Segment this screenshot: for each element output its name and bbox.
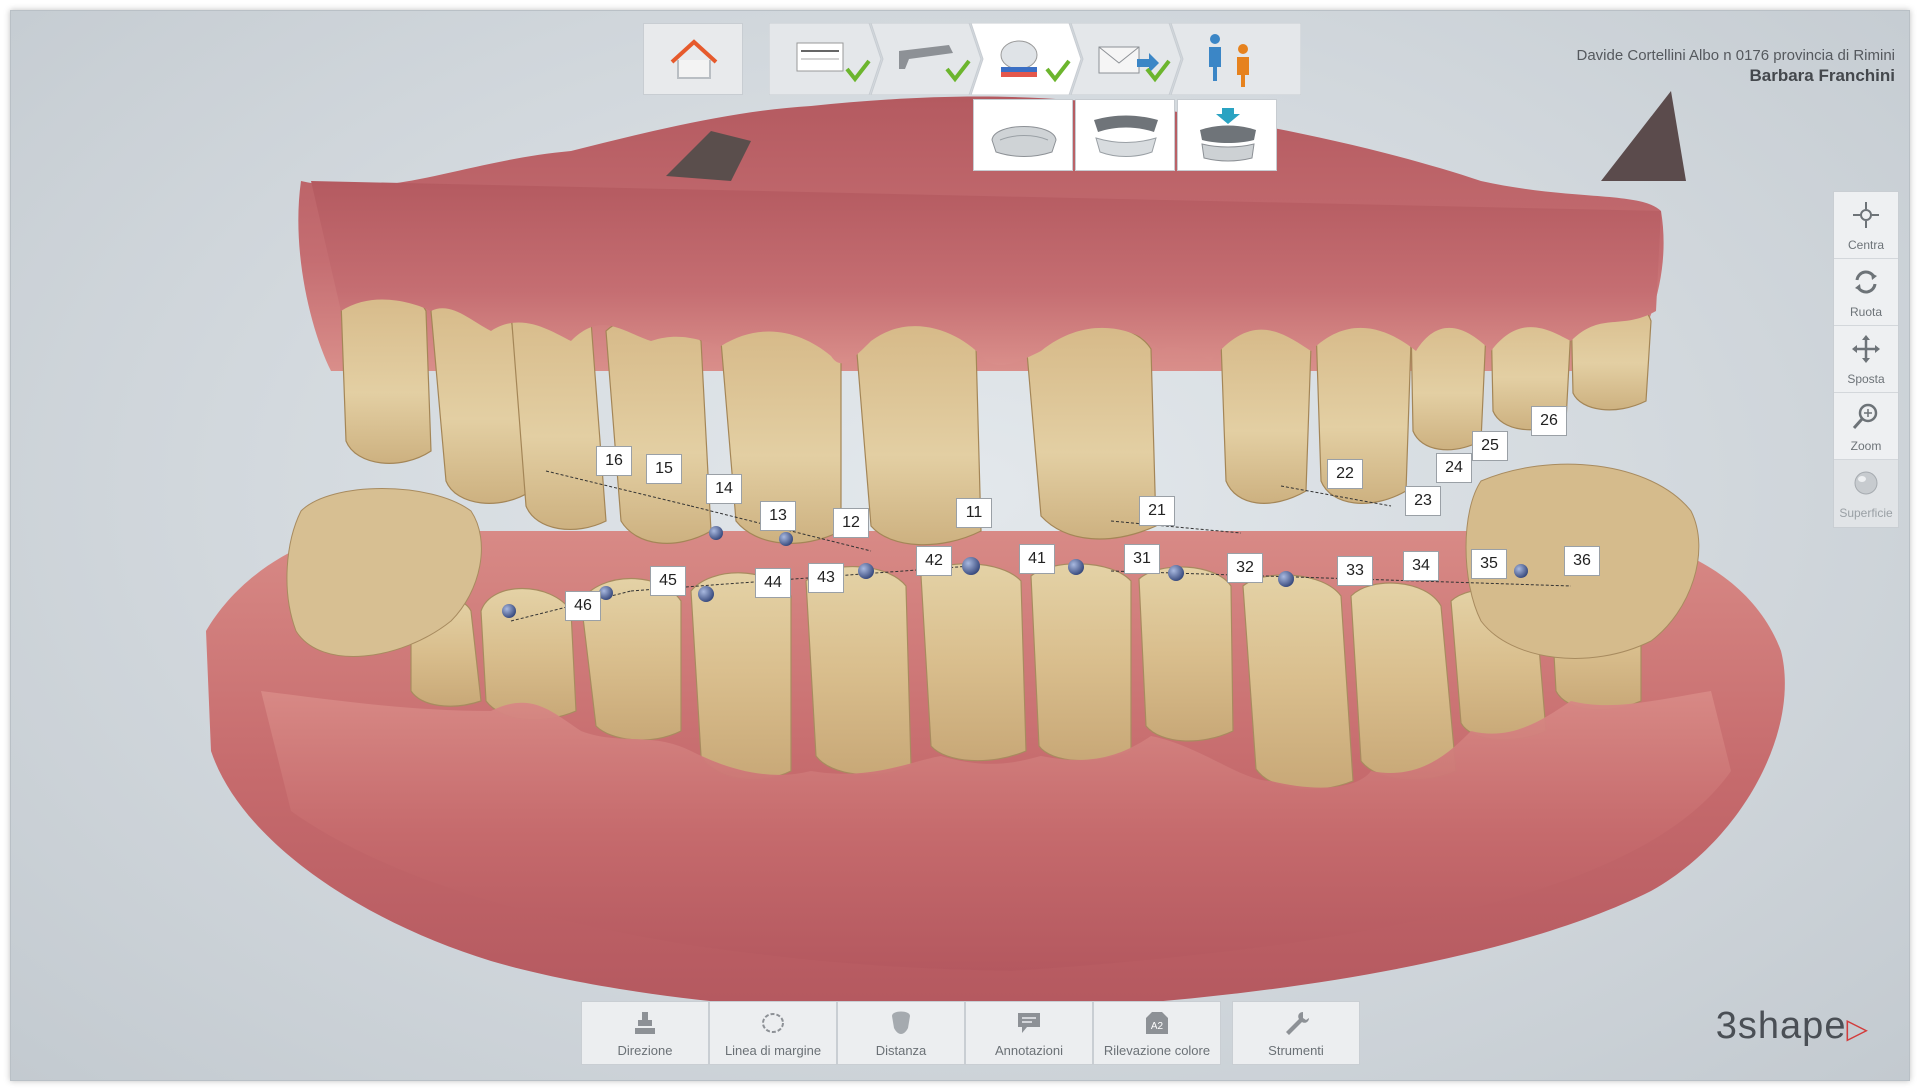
margin-line-icon xyxy=(762,1013,784,1033)
home-button[interactable] xyxy=(643,23,743,95)
patient-name: Barbara Franchini xyxy=(1749,66,1896,85)
tools-icon xyxy=(1286,1012,1309,1035)
view-toolbar: Centra Ruota Sposta Zoom Superficie xyxy=(1833,191,1899,528)
tooth-label-41[interactable]: 41 xyxy=(1019,544,1055,574)
tooth-label-44[interactable]: 44 xyxy=(755,568,791,598)
3d-scan-viewport[interactable]: Davide Cortellini Albo n 0176 provincia … xyxy=(10,10,1910,1081)
shade-detect-button[interactable]: A2 Rilevazione colore xyxy=(1093,1001,1221,1065)
tooth-label-15[interactable]: 15 xyxy=(646,454,682,484)
workflow-step-scan[interactable] xyxy=(870,23,982,95)
substep-lower-jaw[interactable] xyxy=(1075,99,1175,171)
tooth-label-42[interactable]: 42 xyxy=(916,546,952,576)
tooth-label-23[interactable]: 23 xyxy=(1405,486,1441,516)
workflow-step-color-scan[interactable] xyxy=(970,23,1082,95)
tooth-label-34[interactable]: 34 xyxy=(1403,551,1439,581)
lower-jaw-icon xyxy=(1094,115,1158,157)
tooth-label-35[interactable]: 35 xyxy=(1471,549,1507,579)
workflow-step-send[interactable] xyxy=(1070,23,1182,95)
annotation-button[interactable]: Annotazioni xyxy=(965,1001,1093,1065)
direction-icon xyxy=(635,1012,655,1034)
shade-detect-icon: A2 xyxy=(1146,1012,1168,1034)
tooth-label-43[interactable]: 43 xyxy=(808,563,844,593)
brand-logo-triangle-icon: ▷ xyxy=(1846,1013,1869,1044)
margin-line-button[interactable]: Linea di margine xyxy=(709,1001,837,1065)
tooth-label-12[interactable]: 12 xyxy=(833,508,869,538)
tooth-label-26[interactable]: 26 xyxy=(1531,406,1567,436)
tooth-label-31[interactable]: 31 xyxy=(1124,544,1160,574)
patient-info: Davide Cortellini Albo n 0176 provincia … xyxy=(1577,47,1896,86)
substep-upper-jaw[interactable] xyxy=(973,99,1073,171)
rotate-button[interactable]: Ruota xyxy=(1834,259,1898,326)
upper-jaw-icon xyxy=(991,126,1057,157)
brand-logo-text: 3shape xyxy=(1715,1005,1847,1047)
tooth-label-33[interactable]: 33 xyxy=(1337,556,1373,586)
home-icon xyxy=(670,39,718,79)
tooth-label-16[interactable]: 16 xyxy=(596,446,632,476)
distance-icon xyxy=(892,1011,910,1034)
doctor-info: Davide Cortellini Albo n 0176 provincia … xyxy=(1576,47,1896,64)
tooth-label-14[interactable]: 14 xyxy=(706,474,742,504)
shade-badge: A2 xyxy=(1151,1021,1164,1032)
dental-scan-model[interactable] xyxy=(11,11,1909,1080)
substep-bite[interactable] xyxy=(1177,99,1277,171)
tooth-label-21[interactable]: 21 xyxy=(1139,496,1175,526)
workflow-step-order[interactable] xyxy=(769,23,882,95)
brand-logo: 3shape▷ xyxy=(1716,1005,1869,1048)
surface-button[interactable]: Superficie xyxy=(1834,460,1898,527)
distance-button[interactable]: Distanza xyxy=(837,1001,965,1065)
direction-button[interactable]: Direzione xyxy=(581,1001,709,1065)
move-icon xyxy=(1852,335,1880,363)
rotate-icon xyxy=(1855,270,1877,294)
move-button[interactable]: Sposta xyxy=(1834,326,1898,393)
workflow-steps xyxy=(769,23,1301,95)
bite-icon xyxy=(1200,108,1256,162)
zoom-icon xyxy=(1852,403,1878,429)
center-icon xyxy=(1853,202,1879,228)
tooth-label-13[interactable]: 13 xyxy=(760,501,796,531)
tooth-label-25[interactable]: 25 xyxy=(1472,431,1508,461)
tooth-label-22[interactable]: 22 xyxy=(1327,459,1363,489)
annotation-icon xyxy=(1018,1013,1040,1033)
center-button[interactable]: Centra xyxy=(1834,192,1898,259)
tooth-label-46[interactable]: 46 xyxy=(565,591,601,621)
workflow-step-patient[interactable] xyxy=(1170,23,1301,95)
tooth-label-24[interactable]: 24 xyxy=(1436,453,1472,483)
tooth-label-45[interactable]: 45 xyxy=(650,566,686,596)
surface-icon xyxy=(1854,471,1878,495)
tooth-label-11[interactable]: 11 xyxy=(956,498,992,528)
tools-button[interactable]: Strumenti xyxy=(1232,1001,1360,1065)
tooth-label-36[interactable]: 36 xyxy=(1564,546,1600,576)
zoom-button[interactable]: Zoom xyxy=(1834,393,1898,460)
tooth-label-32[interactable]: 32 xyxy=(1227,553,1263,583)
